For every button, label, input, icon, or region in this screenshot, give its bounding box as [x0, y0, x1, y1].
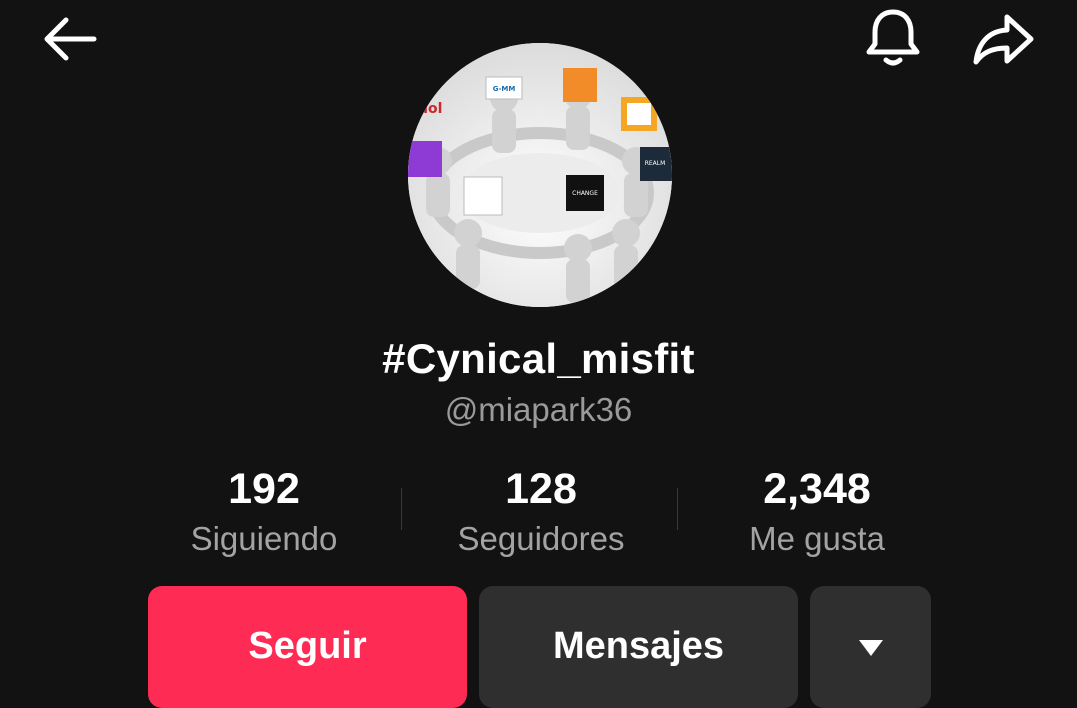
message-button-label: Mensajes [552, 624, 725, 667]
more-options-button[interactable] [810, 586, 931, 708]
svg-text:dol: dol [418, 101, 442, 117]
arrow-left-icon [44, 17, 97, 61]
followers-label: Seguidores [457, 520, 625, 557]
svg-text:CHANGE: CHANGE [572, 190, 598, 197]
notifications-button[interactable] [850, 0, 936, 76]
following-label: Siguiendo [190, 520, 338, 557]
caret-down-icon [857, 625, 885, 668]
username: @miapark36 [444, 391, 633, 428]
avatar-icon: G-MM REALM dol CHANGE [408, 43, 672, 307]
followers-count: 128 [505, 465, 577, 513]
likes-label: Me gusta [749, 520, 885, 557]
follow-button-label: Seguir [248, 624, 367, 667]
profile-avatar[interactable]: G-MM REALM dol CHANGE [408, 43, 672, 307]
stat-divider [677, 488, 678, 530]
message-button[interactable]: Mensajes [479, 586, 798, 708]
share-button[interactable] [960, 4, 1046, 74]
svg-text:G-MM: G-MM [493, 85, 516, 93]
follow-button[interactable]: Seguir [148, 586, 467, 708]
stat-divider [401, 488, 402, 530]
share-arrow-icon [973, 14, 1034, 65]
likes-count: 2,348 [763, 465, 871, 513]
back-button[interactable] [28, 4, 112, 74]
likes-stat[interactable]: 2,348 Me gusta [687, 463, 947, 561]
followers-stat[interactable]: 128 Seguidores [411, 463, 671, 561]
svg-text:REALM: REALM [645, 160, 666, 167]
following-stat[interactable]: 192 Siguiendo [134, 463, 394, 561]
bell-icon [866, 9, 920, 66]
display-name: #Cynical_misfit [382, 335, 695, 382]
following-count: 192 [228, 465, 300, 513]
